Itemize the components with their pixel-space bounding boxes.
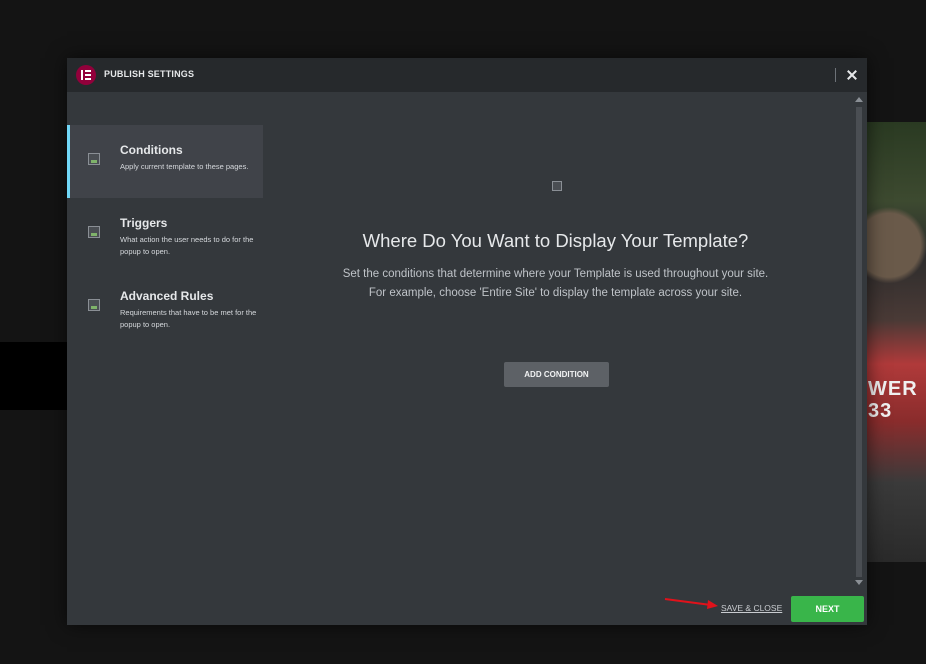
conditions-illustration-icon — [552, 181, 562, 191]
conditions-image-icon — [88, 153, 100, 165]
scroll-thumb[interactable] — [856, 107, 862, 577]
publish-settings-dialog: PUBLISH SETTINGS Conditions Apply curren… — [67, 58, 867, 625]
main-description: Set the conditions that determine where … — [263, 265, 848, 303]
add-condition-button[interactable]: ADD CONDITION — [504, 362, 609, 387]
main-heading: Where Do You Want to Display Your Templa… — [362, 230, 749, 251]
advanced-rules-image-icon — [88, 299, 100, 311]
sidebar-item-title: Conditions — [120, 143, 183, 157]
sidebar-item-conditions[interactable]: Conditions Apply current template to the… — [67, 125, 263, 198]
background-photo — [864, 122, 926, 562]
background-jersey-text: WER 33 — [868, 378, 918, 422]
next-button[interactable]: NEXT — [791, 596, 864, 622]
close-icon[interactable] — [843, 66, 861, 84]
scroll-up-arrow-icon[interactable] — [855, 97, 863, 102]
red-arrow-annotation-icon — [664, 598, 718, 609]
elementor-logo-icon — [76, 65, 96, 85]
background-black-band — [0, 342, 70, 410]
header-divider — [835, 68, 836, 82]
dialog-header: PUBLISH SETTINGS — [67, 58, 867, 92]
dialog-title: PUBLISH SETTINGS — [104, 69, 195, 79]
main-description-line-1: Set the conditions that determine where … — [342, 268, 769, 280]
save-and-close-link[interactable]: SAVE & CLOSE — [721, 603, 782, 613]
sidebar-item-title: Triggers — [120, 216, 168, 230]
sidebar-item-title: Advanced Rules — [120, 289, 214, 303]
main-description-line-2: For example, choose 'Entire Site' to dis… — [368, 287, 743, 299]
triggers-image-icon — [88, 226, 100, 238]
scroll-down-arrow-icon[interactable] — [855, 580, 863, 585]
sidebar-item-description: Requirements that have to be met for the… — [120, 308, 257, 329]
sidebar: Conditions Apply current template to the… — [67, 125, 263, 344]
scrollbar[interactable] — [851, 92, 867, 590]
sidebar-item-description: Apply current template to these pages. — [120, 162, 249, 171]
sidebar-item-advanced-rules[interactable]: Advanced Rules Requirements that have to… — [67, 271, 263, 344]
sidebar-item-description: What action the user needs to do for the… — [120, 235, 254, 256]
sidebar-item-triggers[interactable]: Triggers What action the user needs to d… — [67, 198, 263, 271]
